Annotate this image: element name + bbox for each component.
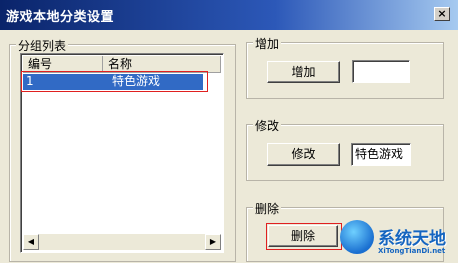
watermark-logo-icon (340, 220, 374, 254)
watermark: 系统天地 XiTongTianDi.net (338, 218, 458, 263)
edit-legend: 修改 (253, 117, 282, 134)
group-list-legend: 分组列表 (16, 37, 69, 54)
edit-name-input[interactable]: 特色游戏 (351, 143, 411, 166)
add-legend: 增加 (253, 35, 282, 52)
horizontal-scrollbar[interactable]: ◀ ▶ (23, 234, 221, 250)
highlight-box-row (21, 71, 208, 92)
delete-legend: 删除 (253, 200, 282, 217)
edit-button[interactable]: 修改 (267, 143, 340, 166)
close-button[interactable]: × (434, 7, 450, 21)
watermark-title: 系统天地 (378, 229, 446, 249)
add-name-input[interactable] (352, 60, 410, 83)
scroll-right-button[interactable]: ▶ (205, 234, 221, 250)
scroll-left-button[interactable]: ◀ (23, 234, 39, 250)
highlight-box-delete (266, 223, 342, 250)
add-button[interactable]: 增加 (267, 61, 340, 83)
watermark-url: XiTongTianDi.net (378, 247, 446, 255)
window-title: 游戏本地分类设置 (6, 10, 115, 25)
title-bar: 游戏本地分类设置 × (0, 0, 458, 30)
